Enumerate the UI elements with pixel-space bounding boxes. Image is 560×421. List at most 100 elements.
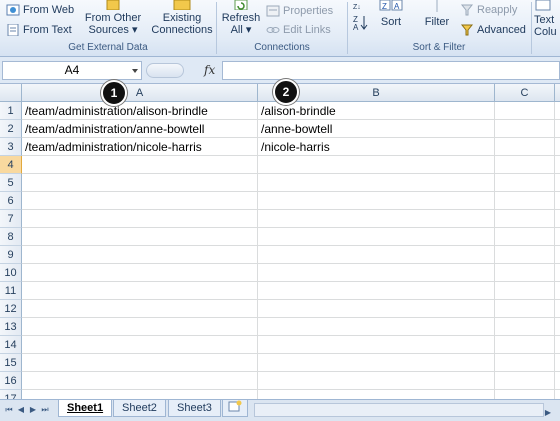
cell-a2[interactable]: /team/administration/anne-bowtell (22, 120, 258, 138)
row-header-1[interactable]: 1 (0, 102, 22, 120)
cell-a10[interactable] (22, 264, 258, 282)
reapply-button[interactable]: Reapply (460, 4, 517, 16)
cell-c16[interactable] (495, 372, 555, 390)
row-header-12[interactable]: 12 (0, 300, 22, 318)
scroll-right-icon[interactable]: ▶ (541, 407, 555, 421)
cell-c14[interactable] (495, 336, 555, 354)
row-header-8[interactable]: 8 (0, 228, 22, 246)
cell-d15[interactable] (555, 354, 560, 372)
refresh-all-button[interactable]: Refresh All ▾ (220, 0, 262, 36)
cell-a6[interactable] (22, 192, 258, 210)
cell-b5[interactable] (258, 174, 495, 192)
cell-a16[interactable] (22, 372, 258, 390)
row-header-9[interactable]: 9 (0, 246, 22, 264)
row-header-3[interactable]: 3 (0, 138, 22, 156)
cell-c6[interactable] (495, 192, 555, 210)
column-header-c[interactable]: C (495, 84, 555, 102)
cell-d13[interactable] (555, 318, 560, 336)
cell-c13[interactable] (495, 318, 555, 336)
sheet-tab-sheet1[interactable]: Sheet1 (58, 400, 113, 417)
sort-az-button[interactable]: Z↓ (353, 0, 367, 11)
cell-a11[interactable] (22, 282, 258, 300)
select-all-corner[interactable] (0, 84, 22, 102)
row-header-14[interactable]: 14 (0, 336, 22, 354)
cell-c4[interactable] (495, 156, 555, 174)
chevron-down-icon[interactable] (132, 69, 138, 73)
cell-b9[interactable] (258, 246, 495, 264)
sheet-tab-sheet2[interactable]: Sheet2 (113, 400, 166, 417)
cell-a13[interactable] (22, 318, 258, 336)
row-header-13[interactable]: 13 (0, 318, 22, 336)
row-header-7[interactable]: 7 (0, 210, 22, 228)
from-web-button[interactable]: From Web (6, 4, 74, 16)
formula-expand-button[interactable] (146, 63, 184, 78)
cell-a15[interactable] (22, 354, 258, 372)
cell-b3[interactable]: /nicole-harris (258, 138, 495, 156)
cell-c8[interactable] (495, 228, 555, 246)
cell-b8[interactable] (258, 228, 495, 246)
row-header-11[interactable]: 11 (0, 282, 22, 300)
insert-sheet-button[interactable] (222, 400, 248, 417)
cell-a12[interactable] (22, 300, 258, 318)
cell-d8[interactable] (555, 228, 560, 246)
cell-a5[interactable] (22, 174, 258, 192)
row-header-15[interactable]: 15 (0, 354, 22, 372)
cell-d14[interactable] (555, 336, 560, 354)
from-text-button[interactable]: From Text (6, 23, 72, 37)
cell-d11[interactable] (555, 282, 560, 300)
from-other-sources-button[interactable]: From Other Sources ▾ (82, 0, 144, 36)
row-header-2[interactable]: 2 (0, 120, 22, 138)
cell-b14[interactable] (258, 336, 495, 354)
cell-d4[interactable] (555, 156, 560, 174)
cell-b4[interactable] (258, 156, 495, 174)
cell-c1[interactable] (495, 102, 555, 120)
cell-a9[interactable] (22, 246, 258, 264)
cell-c5[interactable] (495, 174, 555, 192)
row-header-5[interactable]: 5 (0, 174, 22, 192)
sort-button[interactable]: ZA Sort (376, 0, 406, 28)
cell-a1[interactable]: /team/administration/alison-brindle (22, 102, 258, 120)
cell-b7[interactable] (258, 210, 495, 228)
cell-b11[interactable] (258, 282, 495, 300)
cell-a3[interactable]: /team/administration/nicole-harris (22, 138, 258, 156)
cell-b2[interactable]: /anne-bowtell (258, 120, 495, 138)
properties-button[interactable]: Properties (266, 5, 333, 17)
previous-sheet-icon[interactable]: ◀ (16, 405, 26, 415)
insert-function-button[interactable]: fx (204, 63, 215, 77)
name-box[interactable]: A4 (2, 61, 142, 80)
filter-button[interactable]: Filter (420, 0, 454, 28)
cell-c9[interactable] (495, 246, 555, 264)
cell-b1[interactable]: /alison-brindle (258, 102, 495, 120)
row-header-6[interactable]: 6 (0, 192, 22, 210)
cell-c11[interactable] (495, 282, 555, 300)
cell-b12[interactable] (258, 300, 495, 318)
cell-c10[interactable] (495, 264, 555, 282)
last-sheet-icon[interactable]: ⏭ (40, 405, 50, 415)
cell-a8[interactable] (22, 228, 258, 246)
cell-c3[interactable] (495, 138, 555, 156)
row-header-4[interactable]: 4 (0, 156, 22, 174)
cell-d6[interactable] (555, 192, 560, 210)
cell-b13[interactable] (258, 318, 495, 336)
cell-d3[interactable] (555, 138, 560, 156)
column-header-d[interactable] (555, 84, 560, 102)
cell-b10[interactable] (258, 264, 495, 282)
edit-links-button[interactable]: Edit Links (266, 24, 331, 36)
cell-d2[interactable] (555, 120, 560, 138)
cell-b6[interactable] (258, 192, 495, 210)
cell-b16[interactable] (258, 372, 495, 390)
cell-d1[interactable] (555, 102, 560, 120)
cell-c2[interactable] (495, 120, 555, 138)
cell-a7[interactable] (22, 210, 258, 228)
cell-d16[interactable] (555, 372, 560, 390)
sheet-tab-sheet3[interactable]: Sheet3 (168, 400, 221, 417)
row-header-10[interactable]: 10 (0, 264, 22, 282)
cell-d10[interactable] (555, 264, 560, 282)
cell-c15[interactable] (495, 354, 555, 372)
cell-c12[interactable] (495, 300, 555, 318)
cell-d5[interactable] (555, 174, 560, 192)
cell-d7[interactable] (555, 210, 560, 228)
row-header-16[interactable]: 16 (0, 372, 22, 390)
existing-connections-button[interactable]: Existing Connections (150, 0, 214, 36)
cell-a14[interactable] (22, 336, 258, 354)
